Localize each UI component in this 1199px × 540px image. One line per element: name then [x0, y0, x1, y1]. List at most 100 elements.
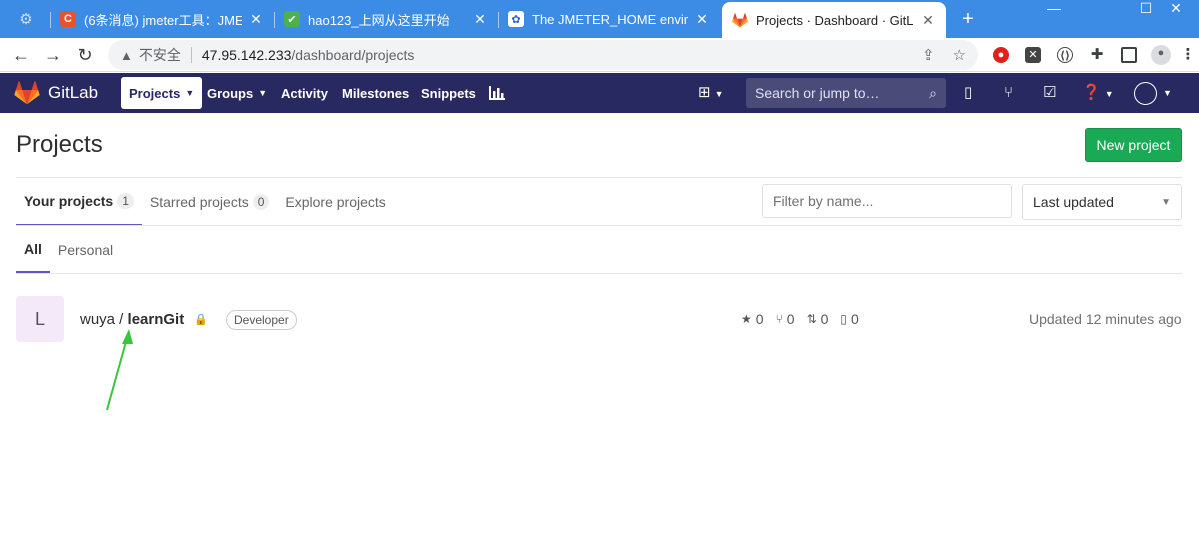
count-badge: 0 [252, 194, 270, 210]
tab-starred-projects[interactable]: Starred projects 0 [142, 178, 278, 226]
code-extension-icon[interactable]: ⟨⟩ [1057, 47, 1073, 63]
filter-by-name-input[interactable]: Filter by name... [762, 184, 1012, 218]
nav-label: Projects [129, 85, 181, 101]
brand-name: GitLab [48, 83, 99, 102]
page-title: Projects [16, 131, 103, 158]
stat-value: 0 [820, 311, 829, 327]
gitlab-logo[interactable]: GitLab [14, 81, 98, 105]
close-icon[interactable]: ✕ [472, 11, 488, 28]
browser-tab-csdn[interactable]: C (6条消息) jmeter工具：JMETE ✕ [50, 4, 274, 34]
subtab-all[interactable]: All [16, 226, 50, 273]
stars-count[interactable]: ★ 0 [741, 311, 764, 327]
new-item-plus-icon[interactable]: ⊞ ▼ [698, 85, 724, 102]
browser-tab-settings[interactable]: ⚙ [8, 4, 50, 34]
nav-label: Snippets [421, 85, 476, 101]
stat-value: 0 [786, 311, 795, 327]
baidu-icon: ✿ [508, 11, 524, 27]
lock-icon: 🔒 [194, 314, 208, 326]
csdn-icon: C [60, 11, 76, 27]
sidepanel-icon[interactable] [1121, 47, 1137, 63]
divider [16, 273, 1182, 274]
project-stats: ★ 0 ⑂ 0 ⇅ 0 ▯ 0 [741, 311, 859, 327]
browser-tab-hao123[interactable]: ✔ hao123_上网从这里开始 ✕ [274, 4, 498, 34]
nav-activity[interactable]: Activity [273, 77, 336, 109]
chevron-down-icon: ▼ [1161, 196, 1171, 208]
back-arrow-icon[interactable]: ← [10, 44, 32, 66]
merge-requests-icon[interactable]: ⑂ [1004, 85, 1013, 101]
gitlab-icon [732, 12, 748, 28]
divider [16, 225, 1182, 226]
close-icon[interactable]: ✕ [920, 12, 936, 29]
forward-arrow-icon[interactable]: → [42, 44, 64, 66]
forks-count[interactable]: ⑂ 0 [776, 311, 795, 327]
issues-icon: ▯ [840, 312, 848, 326]
search-input[interactable]: Search or jump to… ⌕ [746, 78, 946, 108]
tab-title: The JMETER_HOME environ [532, 11, 688, 27]
browser-toolbar: ← → ↻ ▲ 不安全 47.95.142.233/dashboard/proj… [0, 38, 1199, 72]
puzzle-extension-icon[interactable]: ✚ [1089, 47, 1105, 63]
stat-value: 0 [851, 311, 859, 327]
tab-label: Your projects [24, 193, 114, 209]
todos-icon[interactable]: ☑ [1043, 85, 1056, 101]
new-tab-icon[interactable]: + [958, 8, 978, 31]
fork-icon: ⑂ [775, 312, 783, 326]
tab-title: Projects · Dashboard · GitLab [756, 12, 914, 28]
search-icon: ⌕ [929, 84, 937, 101]
minimize-icon[interactable]: — [1031, 0, 1077, 18]
subtab-personal[interactable]: Personal [50, 226, 121, 273]
tab-title: hao123_上网从这里开始 [308, 12, 450, 28]
sort-selected: Last updated [1033, 194, 1114, 210]
tab-label: Starred projects [149, 194, 249, 210]
issues-count[interactable]: ▯ 0 [840, 311, 858, 327]
browser-tab-baidu[interactable]: ✿ The JMETER_HOME environ ✕ [498, 4, 720, 34]
annotation-arrow [106, 329, 133, 411]
menu-kebab-icon[interactable]: ⋮ [1180, 47, 1196, 63]
x-extension-icon[interactable]: ✕ [1025, 47, 1041, 63]
role-badge: Developer [226, 310, 297, 330]
insecure-label: 不安全 [138, 47, 181, 63]
adblock-extension-icon[interactable]: ● [993, 47, 1009, 63]
user-avatar[interactable] [1134, 82, 1157, 105]
bookmark-star-icon[interactable]: ☆ [953, 46, 966, 64]
stat-value: 0 [755, 311, 764, 327]
filter-placeholder: Filter by name... [773, 193, 874, 209]
gitlab-header: GitLab Projects ▼ Groups ▼ Activity Milest… [0, 73, 1199, 113]
chevron-down-icon: ▼ [258, 88, 268, 98]
new-project-button[interactable]: New project [1085, 128, 1182, 162]
tab-label: Personal [57, 241, 114, 258]
nav-projects[interactable]: Projects ▼ [121, 77, 203, 109]
nav-milestones[interactable]: Milestones [334, 77, 417, 109]
nav-snippets[interactable]: Snippets [413, 77, 484, 109]
chevron-down-icon[interactable]: ▼ [1163, 85, 1172, 101]
tab-your-projects[interactable]: Your projects 1 [16, 178, 142, 226]
help-icon[interactable]: ❓ ▼ [1082, 85, 1114, 102]
nav-label: Activity [281, 85, 328, 101]
nav-label: Milestones [342, 85, 410, 101]
warning-icon: ▲ [120, 47, 133, 63]
close-icon[interactable]: ✕ [248, 11, 264, 28]
reload-icon[interactable]: ↻ [74, 44, 96, 66]
nav-groups[interactable]: Groups ▼ [199, 77, 275, 109]
tab-explore-projects[interactable]: Explore projects [277, 178, 393, 226]
share-icon[interactable]: ⇪ [922, 46, 935, 64]
browser-tab-strip: ⚙ C (6条消息) jmeter工具：JMETE ✕ ✔ hao123_上网从… [0, 0, 1199, 38]
address-bar[interactable]: ▲ 不安全 47.95.142.233/dashboard/projects ⇪… [108, 40, 978, 70]
nav-analytics[interactable] [481, 77, 513, 109]
sort-dropdown[interactable]: Last updated ▼ [1022, 184, 1182, 220]
merge-requests-count[interactable]: ⇅ 0 [807, 311, 829, 327]
chrome-settings-icon: ⚙ [19, 11, 33, 28]
project-avatar[interactable]: L [16, 296, 64, 342]
tab-title: (6条消息) jmeter工具：JMETE [84, 12, 242, 28]
project-tabs: Your projects 1 Starred projects 0 Explo… [16, 178, 394, 226]
browser-tab-gitlab[interactable]: Projects · Dashboard · GitLab ✕ [722, 2, 946, 38]
search-placeholder: Search or jump to… [755, 85, 880, 101]
updated-timestamp: Updated 12 minutes ago [1029, 311, 1182, 327]
nav-label: Groups [207, 85, 254, 101]
issues-icon[interactable]: ▯ [964, 85, 972, 101]
tab-label: All [24, 240, 42, 257]
merge-request-icon: ⇅ [806, 312, 817, 326]
window-close-icon[interactable]: ✕ [1153, 0, 1199, 18]
close-icon[interactable]: ✕ [694, 11, 710, 28]
profile-icon[interactable]: ● [1151, 45, 1171, 65]
hao123-icon: ✔ [284, 11, 300, 27]
